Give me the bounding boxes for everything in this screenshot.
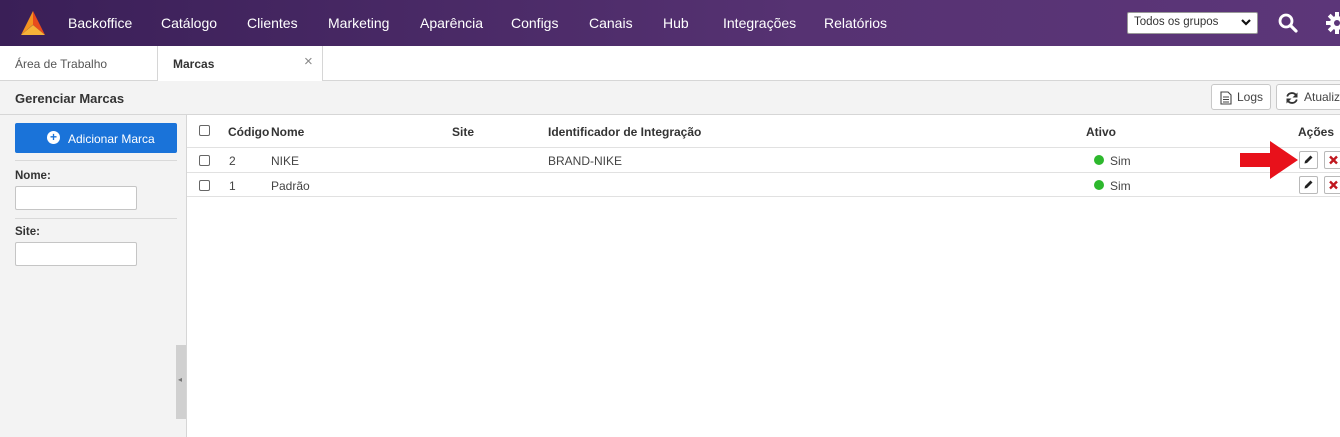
nav-aparencia[interactable]: Aparência [420,15,483,31]
nav-hub[interactable]: Hub [663,15,689,31]
nav-canais[interactable]: Canais [589,15,633,31]
add-brand-label: Adicionar Marca [68,132,155,146]
pencil-icon [1304,155,1313,164]
document-icon [1220,91,1232,105]
active-status-dot [1094,180,1104,190]
pencil-icon [1304,180,1313,189]
brands-table: Código Nome Site Identificador de Integr… [187,115,1340,437]
nav-integracoes[interactable]: Integrações [723,15,796,31]
active-status-dot [1094,155,1104,165]
site-filter-input[interactable] [15,242,137,266]
cell-active: Sim [1110,179,1131,193]
cell-active: Sim [1110,154,1131,168]
close-icon [1329,155,1338,165]
close-tab-icon[interactable]: × [304,53,313,70]
red-arrow-annotation [1240,141,1298,179]
add-brand-button[interactable]: + Adicionar Marca [15,123,177,153]
cell-integration-id: BRAND-NIKE [548,154,623,168]
group-select-value: Todos os grupos [1134,16,1219,28]
header-actions: Ações [1298,125,1335,139]
cell-name: Padrão [271,179,310,193]
nav-marketing[interactable]: Marketing [328,15,389,31]
search-icon[interactable] [1278,13,1298,33]
row-checkbox[interactable] [199,155,210,166]
nav-backoffice[interactable]: Backoffice [68,15,132,31]
logo-icon[interactable] [18,8,48,38]
cell-name: NIKE [271,154,300,168]
refresh-button[interactable]: Atualizar [1276,84,1340,110]
name-filter-label: Nome: [15,170,51,182]
divider [15,160,177,161]
delete-button[interactable] [1324,176,1340,194]
row-checkbox[interactable] [199,180,210,191]
chevron-down-icon [1241,19,1251,26]
table-row[interactable]: 1 Padrão Sim [187,172,1340,197]
header-integration-id[interactable]: Identificador de Integração [548,125,701,139]
refresh-label: Atualizar [1304,90,1340,104]
plus-circle-icon: + [47,131,60,144]
tab-bar: Área de Trabalho Marcas [0,46,1340,82]
chevron-left-icon: ◂ [178,375,183,384]
site-filter-label: Site: [15,226,40,238]
header-active[interactable]: Ativo [1086,125,1116,139]
divider [15,218,177,219]
cell-code: 2 [229,154,236,168]
gear-icon[interactable] [1326,12,1340,34]
page-header: Gerenciar Marcas Logs Atualizar [0,81,1340,115]
tab-area-de-trabalho[interactable]: Área de Trabalho [0,46,158,81]
nav-catalogo[interactable]: Catálogo [161,15,217,31]
select-all-checkbox[interactable] [199,125,210,136]
name-filter-input[interactable] [15,186,137,210]
table-row[interactable]: 2 NIKE BRAND-NIKE Sim [187,147,1340,172]
edit-button[interactable] [1299,151,1318,169]
top-navbar: Backoffice Catálogo Clientes Marketing A… [0,0,1340,46]
nav-configs[interactable]: Configs [511,15,558,31]
page-title: Gerenciar Marcas [15,91,125,106]
tab-marcas[interactable]: Marcas [158,46,323,82]
logs-button[interactable]: Logs [1211,84,1271,110]
header-code[interactable]: Código [228,125,269,139]
sidebar-collapse-handle[interactable]: ◂ [176,345,186,419]
filter-sidebar: + Adicionar Marca Nome: Site: ◂ [0,115,187,437]
group-select[interactable]: Todos os grupos [1127,12,1258,34]
close-icon [1329,180,1338,190]
nav-clientes[interactable]: Clientes [247,15,298,31]
edit-button[interactable] [1299,176,1318,194]
logs-label: Logs [1237,90,1264,104]
delete-button[interactable] [1324,151,1340,169]
header-site[interactable]: Site [452,125,474,139]
header-name[interactable]: Nome [271,125,304,139]
refresh-icon [1286,92,1298,104]
cell-code: 1 [229,179,236,193]
nav-relatorios[interactable]: Relatórios [824,15,887,31]
